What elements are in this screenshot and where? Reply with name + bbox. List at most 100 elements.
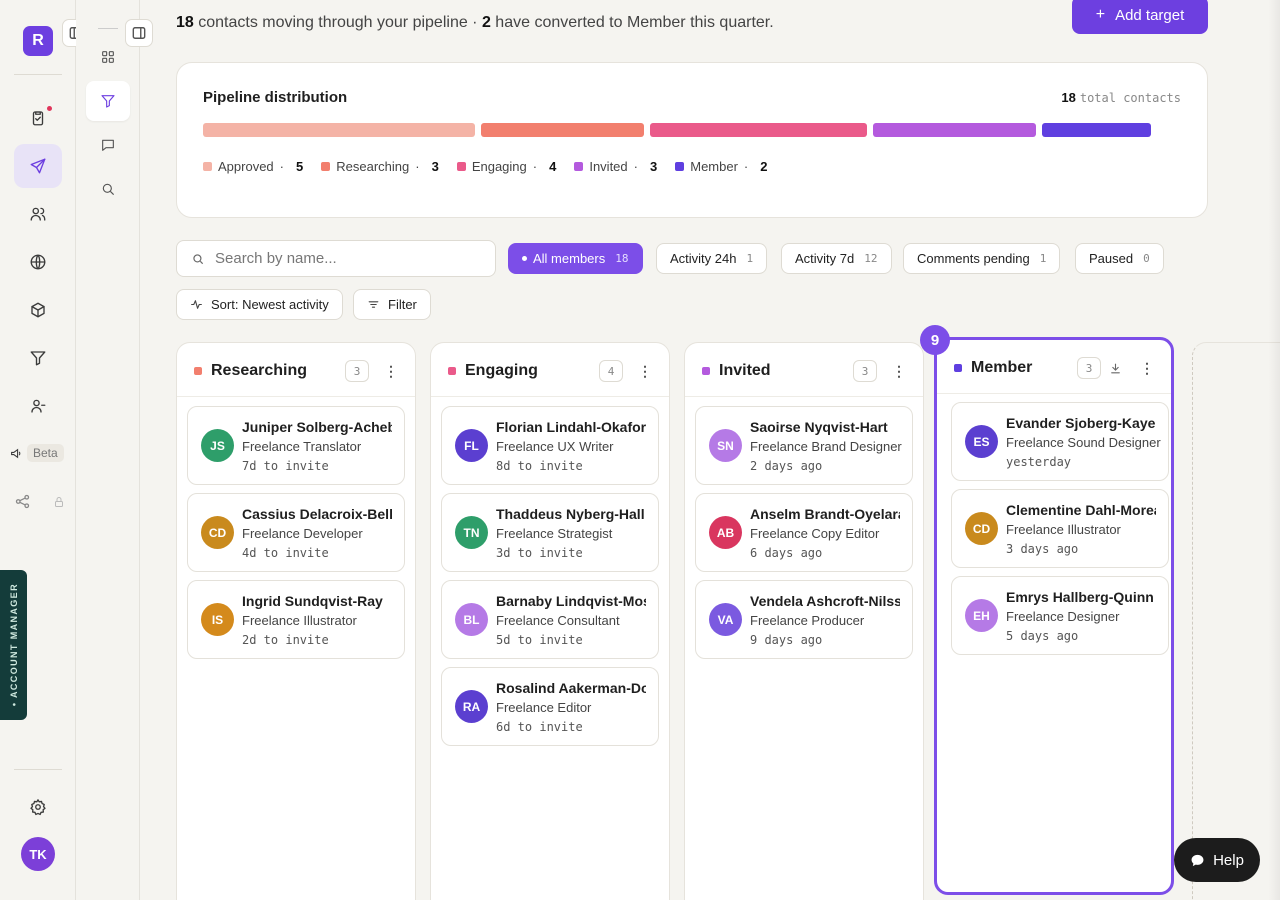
nav-dashboard[interactable] — [86, 37, 130, 77]
nav-messages[interactable] — [86, 125, 130, 165]
contact-card[interactable]: ES Evander Sjoberg-Kaye Freelance Sound De… — [951, 402, 1169, 481]
rail-item-people[interactable] — [14, 192, 62, 236]
rail-item-globe[interactable] — [14, 240, 62, 284]
contact-card[interactable]: JS Juniper Solberg-Achebe Freelance Transl… — [187, 406, 405, 485]
megaphone-icon — [11, 448, 21, 458]
search-icon — [102, 183, 114, 195]
contact-name: Ingrid Sundqvist-Ray — [242, 593, 383, 609]
contact-name: Saoirse Nyqvist-Hart — [750, 419, 888, 435]
contact-card[interactable]: IS Ingrid Sundqvist-Ray Freelance Illustra… — [187, 580, 405, 659]
legend-item-member: Member · 2 — [675, 159, 768, 174]
chip-count: 1 — [746, 252, 754, 265]
column-menu-button[interactable]: ⋮ — [635, 361, 655, 381]
contact-timing: 6d to invite — [496, 720, 583, 734]
column-menu-button[interactable]: ⋮ — [381, 361, 401, 381]
contact-avatar: IS — [201, 603, 234, 636]
stage-dot — [702, 367, 710, 375]
contact-timing: 9 days ago — [750, 633, 823, 647]
locked-feature[interactable] — [14, 493, 65, 510]
drop-count-badge: 9 — [920, 325, 950, 355]
box-icon — [31, 302, 45, 318]
distribution-segment-member[interactable] — [1042, 123, 1151, 137]
contacts-count: 18 — [176, 14, 194, 31]
contact-avatar: VA — [709, 603, 742, 636]
contact-card[interactable]: SN Saoirse Nyqvist-Hart Freelance Brand De… — [695, 406, 913, 485]
sort-button[interactable]: Sort: Newest activity — [176, 289, 343, 320]
contact-card[interactable]: RA Rosalind Aakerman-Doyle Freelance Edito… — [441, 667, 659, 746]
distribution-segment-researching[interactable] — [480, 123, 644, 137]
filter-chip-activity-7d[interactable]: Activity 7d 12 — [781, 243, 892, 274]
filter-chip-activity-24h[interactable]: Activity 24h 1 — [656, 243, 768, 274]
legend-swatch — [574, 162, 584, 171]
total-contacts: 18 total contacts — [1061, 90, 1181, 105]
contact-card[interactable]: AB Anselm Brandt-Oyelaran Freelance Copy E… — [695, 493, 913, 572]
search-input[interactable] — [215, 250, 475, 267]
distribution-segment-approved[interactable] — [203, 123, 475, 137]
filter-button[interactable]: Filter — [353, 289, 431, 320]
rail-item-funnel[interactable] — [14, 336, 62, 380]
contact-card[interactable]: FL Florian Lindahl-Okafor Freelance UX Wri… — [441, 406, 659, 485]
rail-item-contacts[interactable] — [14, 384, 62, 428]
primary-rail: R Beta TK — [0, 0, 76, 900]
nav-pipeline[interactable] — [86, 81, 130, 121]
contact-avatar: CD — [201, 516, 234, 549]
contact-role: Freelance Copy Editor — [750, 526, 880, 541]
page-subtitle: 18 contacts moving through your pipeline… — [176, 14, 774, 32]
contact-card[interactable]: BL Barnaby Lindqvist-Moss Freelance Consul… — [441, 580, 659, 659]
contact-timing: 5 days ago — [1006, 629, 1079, 643]
column-menu-button[interactable]: ⋮ — [1137, 358, 1157, 378]
account-manager-label: • ACCOUNT MANAGER — [8, 583, 19, 707]
legend-separator: · — [279, 159, 284, 174]
filter-chip-all-members[interactable]: All members 18 — [508, 243, 643, 274]
legend-item-approved: Approved · 5 — [203, 159, 303, 174]
secondary-rail — [76, 0, 140, 900]
legend-item-invited: Invited · 3 — [574, 159, 657, 174]
lock-icon — [55, 496, 63, 507]
user-group-icon — [31, 399, 46, 413]
nav-search[interactable] — [86, 169, 130, 209]
user-avatar[interactable]: TK — [21, 837, 55, 871]
card-title: Pipeline distribution — [203, 89, 348, 106]
help-button[interactable]: Help — [1174, 838, 1260, 882]
stage-dot — [954, 364, 962, 372]
contact-card[interactable]: EH Emrys Hallberg-Quinn Freelance Designer… — [951, 576, 1169, 655]
beta-feature[interactable]: Beta — [10, 444, 64, 462]
contact-card[interactable]: TN Thaddeus Nyberg-Hall Freelance Strategi… — [441, 493, 659, 572]
add-target-button[interactable]: + Add target — [1072, 0, 1208, 34]
contact-name: Thaddeus Nyberg-Hall — [496, 506, 645, 522]
distribution-segment-invited[interactable] — [873, 123, 1037, 137]
distribution-segment-engaging[interactable] — [649, 123, 868, 137]
column-count: 3 — [345, 360, 369, 382]
contact-role: Freelance UX Writer — [496, 439, 614, 454]
legend-separator: · — [633, 159, 638, 174]
column-engaging[interactable]: Engaging 4 ⋮ FL Florian Lindahl-Okafor Freela… — [430, 342, 670, 900]
account-manager-tab[interactable]: • ACCOUNT MANAGER — [0, 570, 27, 720]
clipboard-check-icon — [32, 111, 44, 126]
search-box[interactable] — [176, 240, 496, 277]
workspace-logo[interactable]: R — [23, 26, 53, 56]
filter-label: Filter — [388, 297, 417, 312]
gear-icon — [30, 799, 46, 816]
legend-count: 5 — [296, 159, 304, 174]
column-member[interactable]: Member 3 ⋮ ES Evander Sjoberg-Kaye Freelance … — [934, 337, 1174, 895]
stage-dot — [448, 367, 456, 375]
rail-item-settings[interactable] — [14, 785, 62, 829]
filter-chip-paused[interactable]: Paused 0 — [1075, 243, 1164, 274]
contact-card[interactable]: CD Cassius Delacroix-Bell Freelance Develo… — [187, 493, 405, 572]
download-button[interactable] — [1105, 358, 1125, 378]
grid-icon — [102, 51, 114, 63]
contact-card[interactable]: CD Clementine Dahl-Moreau Freelance Illust… — [951, 489, 1169, 568]
column-header: Researching 3 ⋮ — [177, 343, 415, 397]
contact-role: Freelance Brand Designer — [750, 439, 902, 454]
legend-separator: · — [532, 159, 538, 174]
contact-card[interactable]: VA Vendela Ashcroft-Nilsson Freelance Prod… — [695, 580, 913, 659]
rail-item-tasks[interactable] — [14, 96, 62, 140]
legend-label: Researching — [336, 159, 410, 174]
column-menu-button[interactable]: ⋮ — [889, 361, 909, 381]
column-researching[interactable]: Researching 3 ⋮ JS Juniper Solberg-Achebe Fre… — [176, 342, 416, 900]
legend-separator: · — [415, 159, 420, 174]
rail-item-box[interactable] — [14, 288, 62, 332]
rail-item-outreach[interactable] — [14, 144, 62, 188]
column-invited[interactable]: Invited 3 ⋮ SN Saoirse Nyqvist-Hart Freelance… — [684, 342, 924, 900]
filter-chip-comments-pending[interactable]: Comments pending 1 — [903, 243, 1061, 274]
